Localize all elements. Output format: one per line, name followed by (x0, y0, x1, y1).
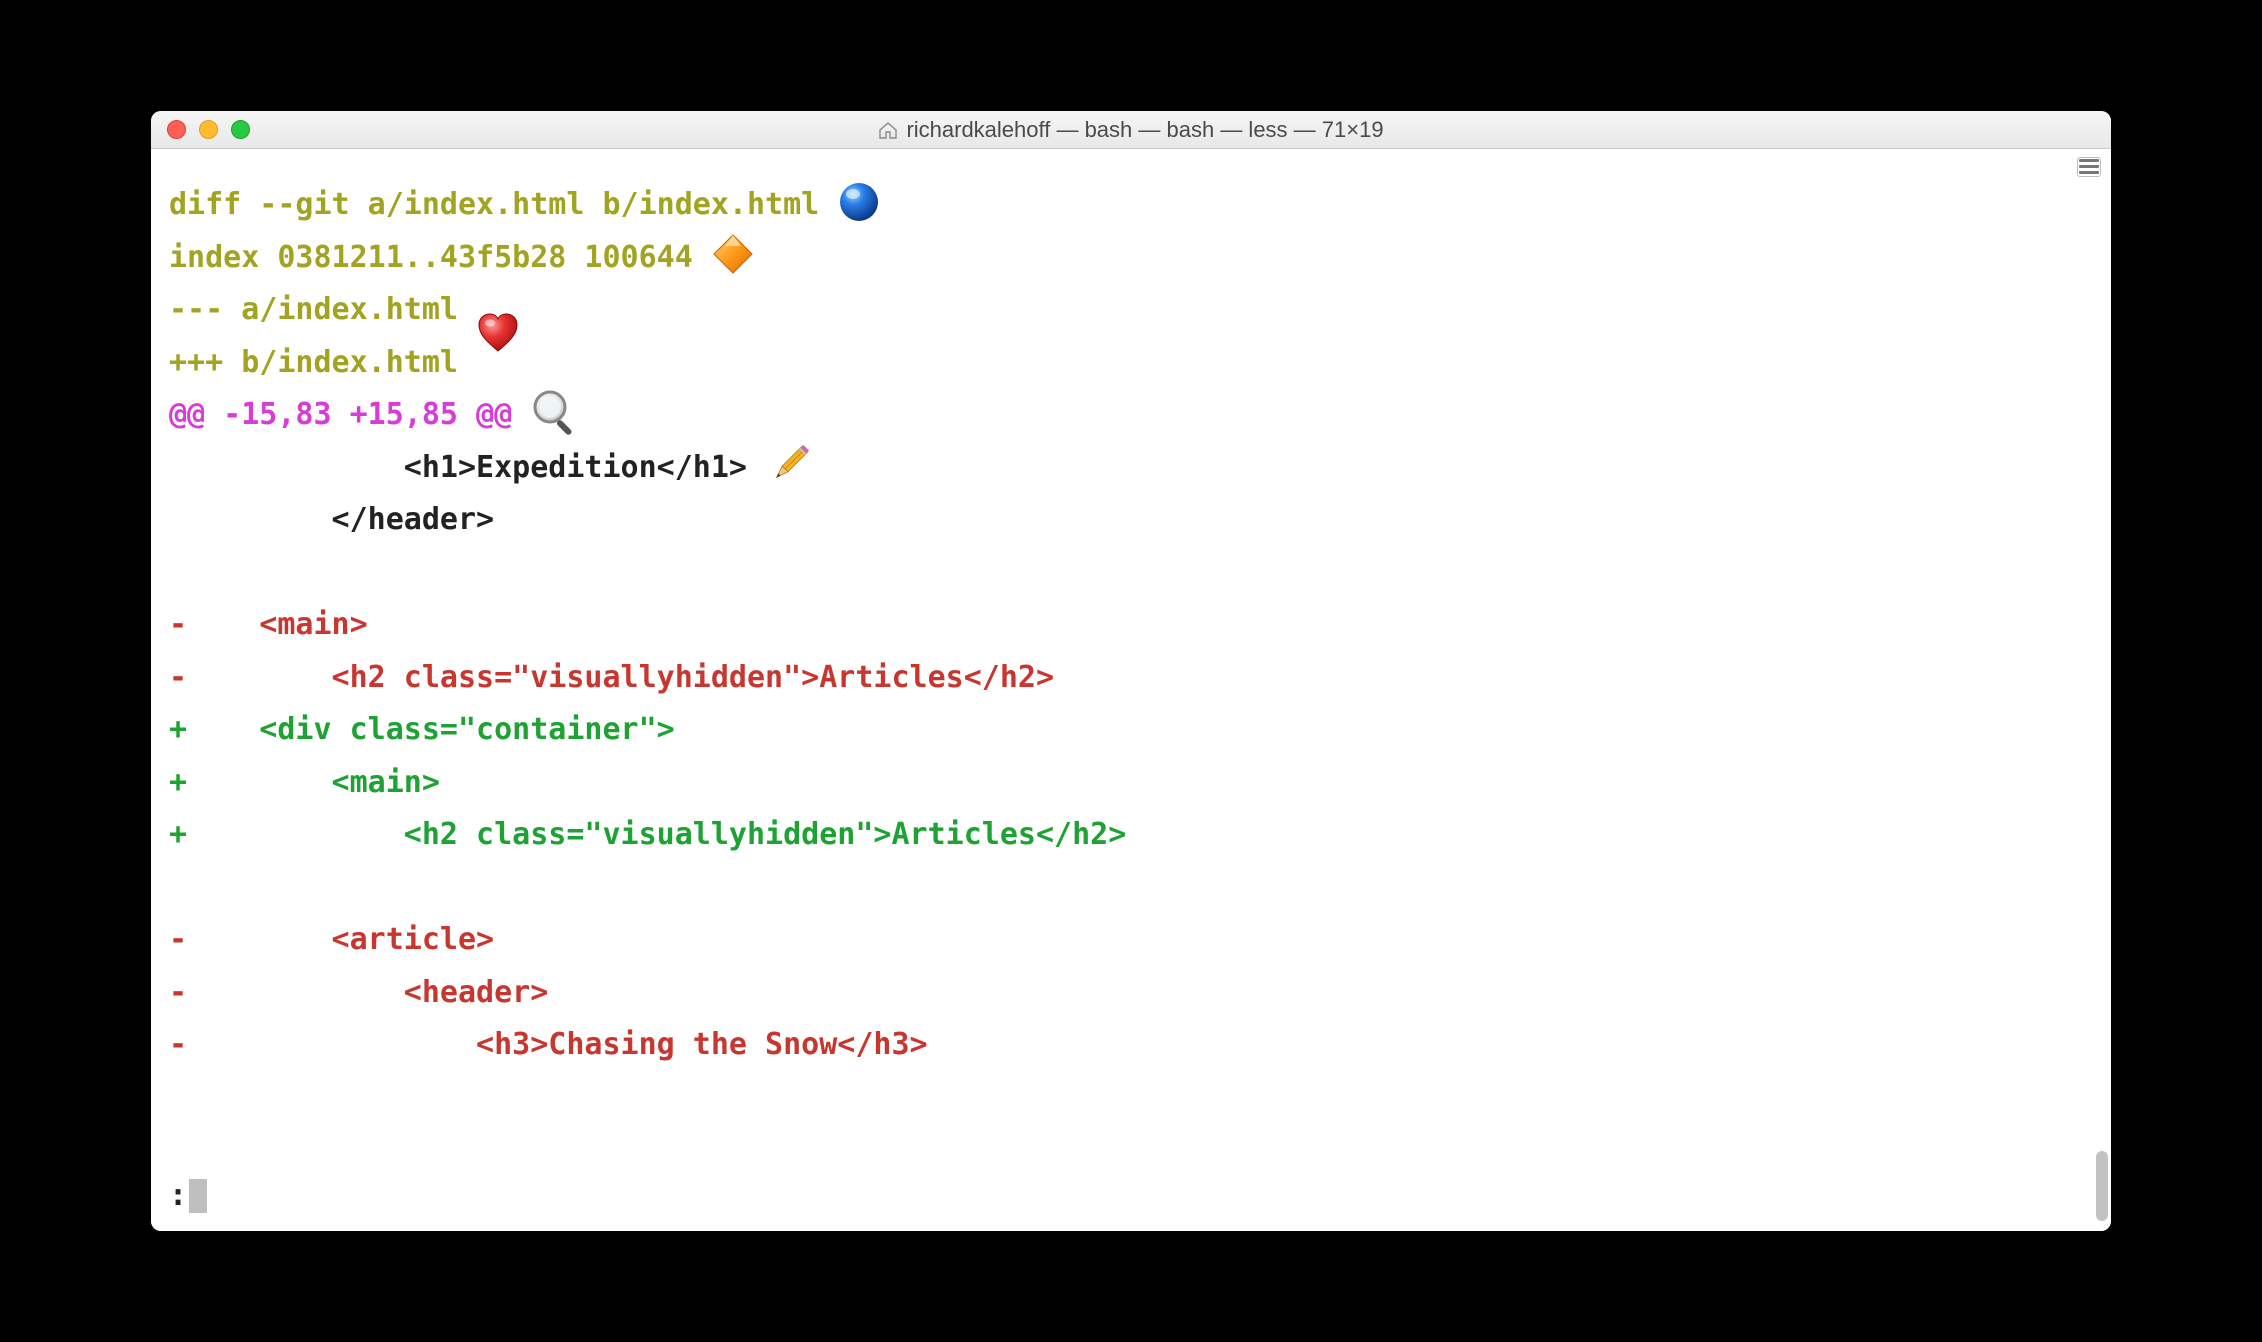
diff-line-text: - <h2 class="visuallyhidden">Articles</h… (169, 660, 1054, 695)
window-titlebar: richardkalehoff — bash — bash — less — 7… (151, 111, 2111, 149)
diff-line: + <main> (169, 757, 2093, 810)
diff-output: diff --git a/index.html b/index.html inde… (169, 179, 2093, 1072)
diff-line-text: - <header> (169, 975, 548, 1010)
magnifier-icon (530, 387, 580, 437)
terminal-body[interactable]: diff --git a/index.html b/index.html inde… (151, 149, 2111, 1231)
diff-line-text: - <article> (169, 922, 494, 957)
diff-line-text: +++ b/index.html (169, 345, 458, 380)
diff-line: <h1>Expedition</h1> (169, 442, 2093, 495)
diff-line: index 0381211..43f5b28 100644 (169, 232, 2093, 285)
terminal-window: richardkalehoff — bash — bash — less — 7… (151, 111, 2111, 1231)
diff-line: - <h2 class="visuallyhidden">Articles</h… (169, 652, 2093, 705)
diff-line: </header> (169, 494, 2093, 547)
diff-line: - <h3>Chasing the Snow</h3> (169, 1019, 2093, 1072)
diff-line: +++ b/index.html (169, 337, 2093, 390)
diff-line-text: index 0381211..43f5b28 100644 (169, 240, 693, 275)
traffic-lights (151, 120, 250, 139)
diff-line-text: diff --git a/index.html b/index.html (169, 187, 819, 222)
scrollbar-thumb[interactable] (2096, 1151, 2108, 1221)
window-title: richardkalehoff — bash — bash — less — 7… (151, 117, 2111, 143)
diff-line: - <header> (169, 967, 2093, 1020)
diff-line-text: @@ -15,83 +15,85 @@ (169, 397, 512, 432)
diff-line: @@ -15,83 +15,85 @@ (169, 389, 2093, 442)
maximize-button[interactable] (231, 120, 250, 139)
diff-line-text: - <main> (169, 607, 368, 642)
diff-line-text: </header> (169, 502, 494, 537)
scrollbar[interactable] (2094, 187, 2108, 1225)
less-prompt: : (169, 1178, 207, 1213)
blue-sphere-icon (837, 180, 881, 224)
diff-line-text: - <h3>Chasing the Snow</h3> (169, 1027, 928, 1062)
diff-line: diff --git a/index.html b/index.html (169, 179, 2093, 232)
orange-diamond-icon (711, 232, 755, 276)
diff-line: + <div class="container"> (169, 704, 2093, 757)
minimize-button[interactable] (199, 120, 218, 139)
home-icon (878, 121, 898, 139)
diff-line-text: --- a/index.html (169, 292, 458, 327)
diff-line (169, 547, 2093, 600)
diff-line: - <article> (169, 914, 2093, 967)
diff-line-text (169, 870, 187, 905)
diff-line: + <h2 class="visuallyhidden">Articles</h… (169, 809, 2093, 862)
prompt-char: : (169, 1178, 187, 1213)
diff-line: --- a/index.html (169, 284, 2093, 337)
diff-line (169, 862, 2093, 915)
diff-line-text (169, 555, 187, 590)
diff-line-text: + <main> (169, 765, 440, 800)
close-button[interactable] (167, 120, 186, 139)
cursor (189, 1179, 207, 1213)
diff-line: - <main> (169, 599, 2093, 652)
red-heart-icon (476, 311, 520, 355)
diff-line-text: <h1>Expedition</h1> (169, 450, 747, 485)
diff-line-text: + <h2 class="visuallyhidden">Articles</h… (169, 817, 1126, 852)
hamburger-icon[interactable] (2079, 159, 2099, 175)
pencil-icon (765, 439, 815, 489)
diff-line-text: + <div class="container"> (169, 712, 675, 747)
window-title-text: richardkalehoff — bash — bash — less — 7… (906, 117, 1383, 143)
